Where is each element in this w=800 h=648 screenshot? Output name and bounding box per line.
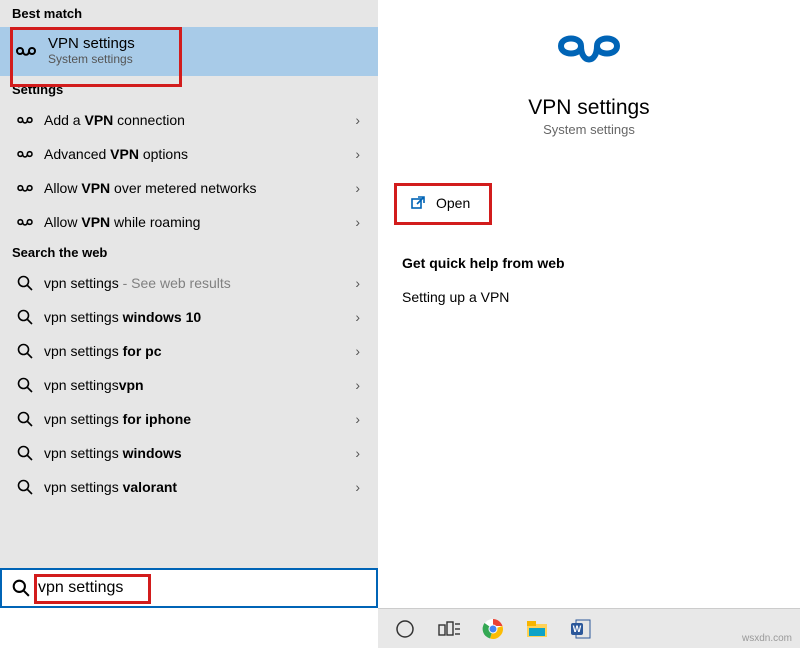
search-input[interactable]: vpn settings — [0, 568, 378, 608]
web-item-label: vpn settings windows — [44, 445, 355, 461]
chevron-right-icon[interactable]: › — [355, 214, 366, 230]
web-item[interactable]: vpn settings for iphone › — [0, 402, 378, 436]
vpn-icon-large — [553, 26, 625, 78]
settings-item[interactable]: Advanced VPN options › — [0, 137, 378, 171]
watermark: wsxdn.com — [742, 633, 792, 644]
chevron-right-icon[interactable]: › — [355, 275, 366, 291]
chevron-right-icon[interactable]: › — [355, 146, 366, 162]
chevron-right-icon[interactable]: › — [355, 377, 366, 393]
open-button[interactable]: Open — [402, 189, 776, 217]
web-item-label: vpn settings for pc — [44, 343, 355, 359]
web-item[interactable]: vpn settings for pc › — [0, 334, 378, 368]
best-match-subtitle: System settings — [48, 52, 135, 66]
best-match-item[interactable]: VPN settings System settings — [0, 27, 378, 76]
chevron-right-icon[interactable]: › — [355, 309, 366, 325]
preview-title: VPN settings — [528, 96, 649, 120]
section-settings: Settings — [0, 76, 378, 103]
open-label: Open — [436, 195, 470, 211]
search-icon — [12, 343, 38, 359]
settings-item[interactable]: Allow VPN over metered networks › — [0, 171, 378, 205]
section-best-match: Best match — [0, 0, 378, 27]
web-item[interactable]: vpn settingsvpn › — [0, 368, 378, 402]
chrome-icon[interactable] — [480, 616, 506, 642]
vpn-icon — [12, 113, 38, 127]
search-icon — [12, 309, 38, 325]
web-item[interactable]: vpn settings windows › — [0, 436, 378, 470]
settings-item-label: Advanced VPN options — [44, 146, 355, 162]
search-icon — [12, 275, 38, 291]
chevron-right-icon[interactable]: › — [355, 180, 366, 196]
search-icon — [12, 411, 38, 427]
search-icon — [12, 445, 38, 461]
search-icon — [12, 579, 30, 597]
vpn-icon — [12, 147, 38, 161]
preview-subtitle: System settings — [543, 122, 635, 137]
best-match-title: VPN settings — [48, 35, 135, 52]
help-link[interactable]: Setting up a VPN — [402, 289, 776, 305]
web-item[interactable]: vpn settings windows 10 › — [0, 300, 378, 334]
file-explorer-icon[interactable] — [524, 616, 550, 642]
web-item-label: vpn settings for iphone — [44, 411, 355, 427]
section-web: Search the web — [0, 239, 378, 266]
settings-item-label: Allow VPN over metered networks — [44, 180, 355, 196]
settings-item-label: Allow VPN while roaming — [44, 214, 355, 230]
search-results-pane: Best match VPN settings System settings … — [0, 0, 378, 608]
search-icon — [12, 479, 38, 495]
cortana-icon[interactable] — [392, 616, 418, 642]
word-icon[interactable]: W — [568, 616, 594, 642]
chevron-right-icon[interactable]: › — [355, 411, 366, 427]
web-item-label: vpn settings - See web results — [44, 275, 355, 291]
web-item-label: vpn settingsvpn — [44, 377, 355, 393]
search-query-text: vpn settings — [38, 579, 123, 597]
chevron-right-icon[interactable]: › — [355, 112, 366, 128]
help-header: Get quick help from web — [402, 255, 776, 271]
preview-pane: VPN settings System settings Open Get qu… — [378, 0, 800, 608]
open-external-icon — [410, 195, 426, 211]
vpn-icon — [12, 215, 38, 229]
web-item[interactable]: vpn settings valorant › — [0, 470, 378, 504]
vpn-icon — [12, 42, 40, 60]
taskbar: W — [378, 608, 800, 648]
web-item-label: vpn settings valorant — [44, 479, 355, 495]
settings-item[interactable]: Allow VPN while roaming › — [0, 205, 378, 239]
chevron-right-icon[interactable]: › — [355, 343, 366, 359]
svg-text:W: W — [573, 624, 582, 634]
chevron-right-icon[interactable]: › — [355, 445, 366, 461]
web-item[interactable]: vpn settings - See web results › — [0, 266, 378, 300]
settings-item[interactable]: Add a VPN connection › — [0, 103, 378, 137]
web-item-label: vpn settings windows 10 — [44, 309, 355, 325]
search-icon — [12, 377, 38, 393]
chevron-right-icon[interactable]: › — [355, 479, 366, 495]
task-view-icon[interactable] — [436, 616, 462, 642]
vpn-icon — [12, 181, 38, 195]
settings-item-label: Add a VPN connection — [44, 112, 355, 128]
